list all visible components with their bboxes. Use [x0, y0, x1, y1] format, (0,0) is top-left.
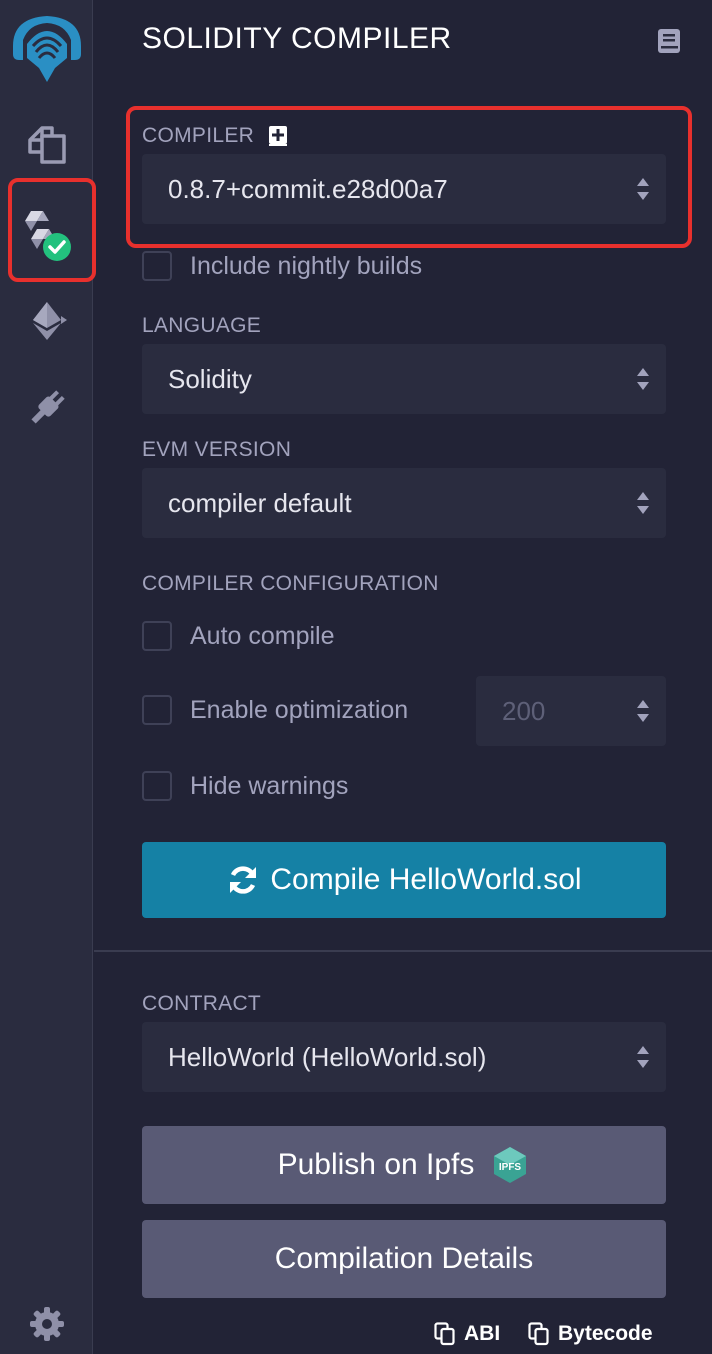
language-select[interactable]: Solidity	[142, 344, 666, 414]
enable-optimization-label: Enable optimization	[190, 695, 409, 724]
select-arrows-icon	[637, 492, 649, 514]
remix-logo-icon[interactable]	[0, 8, 93, 88]
copy-icon	[434, 1322, 455, 1346]
deploy-run-icon[interactable]	[0, 292, 93, 348]
compiler-version-value: 0.8.7+commit.e28d00a7	[168, 173, 448, 204]
stepper-arrows-icon[interactable]	[636, 698, 650, 724]
compile-button-label: Compile HelloWorld.sol	[270, 863, 582, 896]
refresh-icon	[230, 866, 257, 894]
evm-version-value: compiler default	[168, 487, 352, 518]
copy-bytecode-button[interactable]: Bytecode	[528, 1322, 653, 1346]
contract-select[interactable]: HelloWorld (HelloWorld.sol)	[142, 1022, 666, 1092]
auto-compile-row: Auto compile	[142, 621, 335, 651]
panel-title: SOLIDITY COMPILER	[142, 22, 452, 55]
hide-warnings-checkbox[interactable]	[142, 771, 172, 801]
add-custom-compiler-icon[interactable]	[268, 125, 288, 152]
compilation-details-button[interactable]: Compilation Details	[142, 1220, 666, 1298]
evm-version-select[interactable]: compiler default	[142, 468, 666, 538]
publish-ipfs-label: Publish on Ipfs	[277, 1148, 475, 1181]
evm-version-label: EVM VERSION	[142, 438, 292, 461]
bytecode-label: Bytecode	[558, 1322, 653, 1345]
optimization-runs-input[interactable]: 200	[476, 676, 666, 746]
compiler-version-select[interactable]: 0.8.7+commit.e28d00a7	[142, 154, 666, 224]
select-arrows-icon	[637, 368, 649, 390]
nightly-builds-row: Include nightly builds	[142, 251, 422, 281]
plugin-manager-icon[interactable]	[0, 380, 93, 436]
auto-compile-checkbox[interactable]	[142, 621, 172, 651]
contract-label: CONTRACT	[142, 992, 262, 1015]
nightly-builds-checkbox[interactable]	[142, 251, 172, 281]
optimization-runs-value: 200	[502, 695, 546, 726]
copy-icon	[528, 1322, 549, 1346]
hide-warnings-label: Hide warnings	[190, 771, 349, 800]
copy-abi-button[interactable]: ABI	[434, 1322, 500, 1346]
ipfs-icon: IPFS	[494, 1147, 527, 1183]
language-label: LANGUAGE	[142, 314, 262, 337]
compilation-details-label: Compilation Details	[274, 1242, 534, 1275]
settings-icon[interactable]	[0, 1302, 93, 1346]
hide-warnings-row: Hide warnings	[142, 771, 348, 801]
enable-optimization-checkbox[interactable]	[142, 695, 172, 725]
contract-value: HelloWorld (HelloWorld.sol)	[168, 1041, 487, 1072]
nightly-builds-label: Include nightly builds	[190, 251, 423, 280]
compiler-panel: SOLIDITY COMPILER COMPILER 0.8.7+commit.…	[94, 0, 712, 1354]
publish-ipfs-button[interactable]: Publish on Ipfs IPFS	[142, 1126, 666, 1204]
compiler-label: COMPILER	[142, 124, 255, 147]
language-value: Solidity	[168, 363, 252, 394]
ipfs-badge-text: IPFS	[499, 1162, 522, 1173]
compiler-configuration-label: COMPILER CONFIGURATION	[142, 572, 439, 595]
compile-button[interactable]: Compile HelloWorld.sol	[142, 842, 666, 918]
file-explorer-icon[interactable]	[0, 112, 93, 172]
solidity-compiler-icon[interactable]	[0, 200, 93, 270]
abi-label: ABI	[464, 1322, 501, 1345]
section-divider	[94, 950, 712, 952]
select-arrows-icon	[637, 178, 649, 200]
select-arrows-icon	[637, 1046, 649, 1068]
documentation-icon[interactable]	[656, 27, 682, 60]
auto-compile-label: Auto compile	[190, 621, 335, 650]
optimization-row: Enable optimization	[142, 695, 408, 725]
icon-rail	[0, 0, 96, 1354]
